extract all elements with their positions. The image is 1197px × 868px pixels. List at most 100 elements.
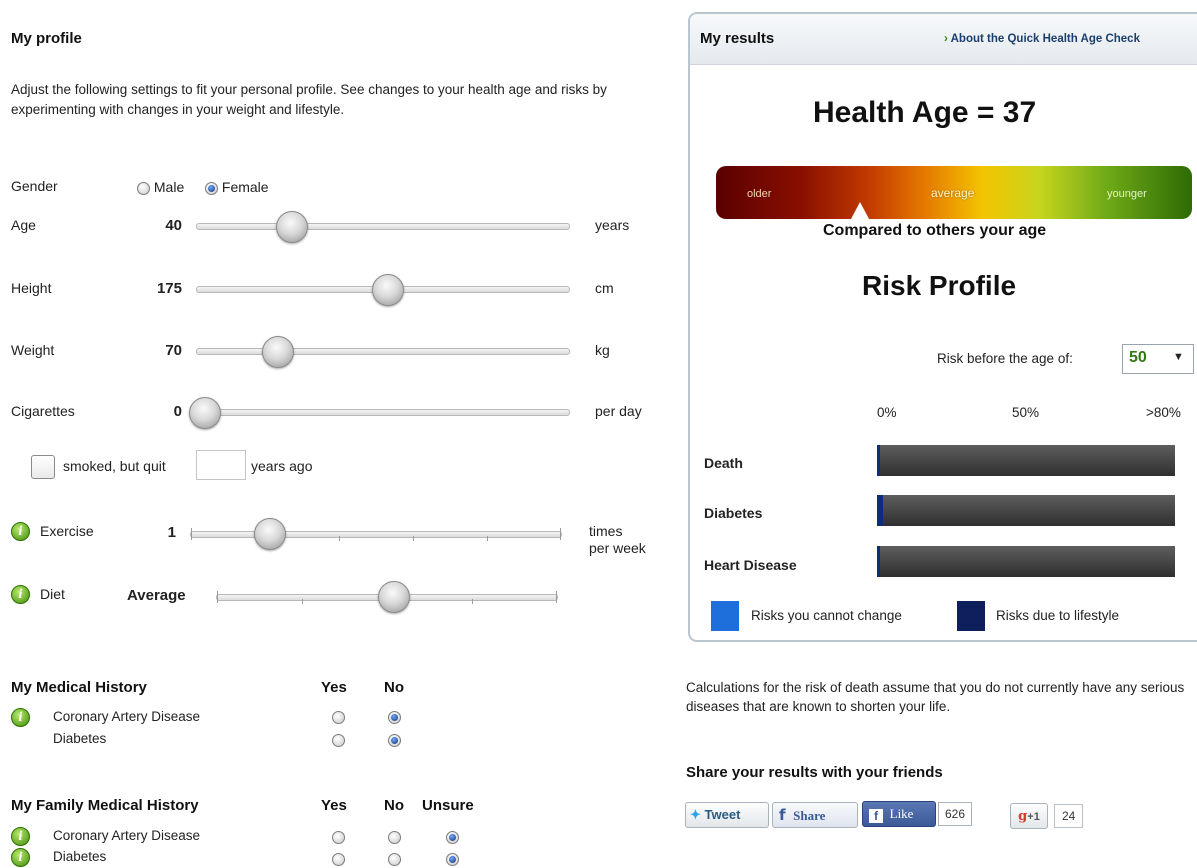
family-history-col-yes: Yes bbox=[321, 797, 347, 814]
weight-value: 70 bbox=[165, 342, 182, 359]
height-value: 175 bbox=[156, 280, 182, 297]
axis-tick-label: >80% bbox=[1146, 405, 1181, 420]
exercise-info-icon[interactable]: i bbox=[11, 522, 30, 541]
risk-age-value: 50 bbox=[1129, 349, 1147, 366]
age-unit: years bbox=[595, 217, 630, 233]
gender-male-radio[interactable] bbox=[137, 181, 150, 195]
cigarettes-slider-track[interactable] bbox=[196, 409, 570, 416]
exercise-slider-ticks bbox=[191, 528, 561, 540]
gplus-icon: g bbox=[1018, 809, 1028, 824]
exercise-unit-line2: per week bbox=[589, 540, 646, 556]
risk-bar-diabetes bbox=[877, 495, 1175, 526]
risk-before-label: Risk before the age of: bbox=[937, 351, 1073, 366]
medical-history-col-no: No bbox=[384, 679, 404, 696]
age-slider-handle[interactable] bbox=[276, 211, 308, 243]
exercise-unit: times per week bbox=[589, 523, 646, 557]
risk-bar-heart-disease bbox=[877, 546, 1175, 577]
risk-bar-death bbox=[877, 445, 1175, 476]
height-unit: cm bbox=[595, 280, 614, 296]
risk-note: Calculations for the risk of death assum… bbox=[686, 680, 1185, 714]
age-slider-track[interactable] bbox=[196, 223, 570, 230]
height-slider-handle[interactable] bbox=[372, 274, 404, 306]
axis-tick-label: 50% bbox=[1012, 405, 1040, 420]
about-link-label: About the Quick Health Age Check bbox=[950, 33, 1140, 45]
cigarettes-label: Cigarettes bbox=[11, 403, 75, 419]
risk-label-death: Death bbox=[704, 455, 743, 471]
gender-female-radio[interactable] bbox=[205, 181, 218, 195]
diet-label: Diet bbox=[40, 586, 65, 602]
legend-lifestyle: Risks due to lifestyle bbox=[996, 608, 1120, 623]
profile-intro: Adjust the following settings to fit you… bbox=[11, 82, 607, 117]
weight-slider-handle[interactable] bbox=[262, 336, 294, 368]
legend-swatch-lifestyle bbox=[957, 601, 985, 631]
about-link[interactable]: › About the Quick Health Age Check bbox=[944, 33, 1140, 45]
profile-title: My profile bbox=[11, 30, 82, 47]
gender-label: Gender bbox=[11, 178, 58, 194]
quit-years-input[interactable] bbox=[196, 450, 246, 480]
tweet-label: Tweet bbox=[704, 807, 741, 822]
family-cad-unsure-radio[interactable] bbox=[446, 831, 459, 844]
family-diabetes-info-icon[interactable]: i bbox=[11, 848, 30, 867]
medical-history-col-yes: Yes bbox=[321, 679, 347, 696]
risk-label-heart-disease: Heart Disease bbox=[704, 557, 797, 573]
medical-cad-info-icon[interactable]: i bbox=[11, 708, 30, 727]
risk-bar-heart-disease-fill bbox=[877, 546, 880, 577]
risk-profile-heading: Risk Profile bbox=[862, 270, 1017, 301]
diet-value: Average bbox=[127, 587, 186, 604]
medical-cad-yes-radio[interactable] bbox=[332, 711, 345, 724]
family-diabetes-no-radio[interactable] bbox=[388, 853, 401, 866]
weight-unit: kg bbox=[595, 342, 610, 358]
chevron-down-icon: ▼ bbox=[1173, 351, 1184, 363]
exercise-unit-line1: times bbox=[589, 523, 623, 539]
like-label: Like bbox=[889, 806, 914, 821]
exercise-slider-handle[interactable] bbox=[254, 518, 286, 550]
like-count: 626 bbox=[938, 802, 973, 826]
medical-history-row-label: Diabetes bbox=[53, 731, 107, 746]
gplus-count: 24 bbox=[1054, 804, 1084, 828]
family-history-col-unsure: Unsure bbox=[422, 797, 474, 814]
chevron-right-icon: › bbox=[944, 33, 948, 45]
quit-label: smoked, but quit bbox=[63, 458, 166, 474]
gender-male-label: Male bbox=[153, 179, 185, 195]
weight-label: Weight bbox=[11, 342, 55, 358]
family-history-row-label: Coronary Artery Disease bbox=[53, 828, 201, 843]
health-age-heading: Health Age = 37 bbox=[813, 96, 1037, 129]
family-diabetes-unsure-radio[interactable] bbox=[446, 853, 459, 866]
tweet-button[interactable]: ✦ Tweet bbox=[685, 802, 769, 828]
diet-slider-handle[interactable] bbox=[378, 581, 410, 613]
exercise-value: 1 bbox=[167, 524, 176, 541]
axis-tick-label: 0% bbox=[877, 405, 897, 420]
family-cad-yes-radio[interactable] bbox=[332, 831, 345, 844]
like-button[interactable]: f Like bbox=[862, 801, 936, 827]
share-button[interactable]: f Share bbox=[772, 802, 858, 828]
diet-info-icon[interactable]: i bbox=[11, 585, 30, 604]
legend-cannot-change: Risks you cannot change bbox=[751, 608, 902, 623]
medical-history-title: My Medical History bbox=[11, 679, 147, 696]
medical-diabetes-no-radio[interactable] bbox=[388, 734, 401, 747]
gplus-label: +1 bbox=[1027, 811, 1040, 823]
share-title: Share your results with your friends bbox=[686, 764, 943, 781]
risk-label-diabetes: Diabetes bbox=[704, 505, 763, 521]
legend-swatch-cannot-change bbox=[711, 601, 739, 631]
family-cad-info-icon[interactable]: i bbox=[11, 827, 30, 846]
cigarettes-value: 0 bbox=[173, 403, 182, 420]
risk-bar-death-fill bbox=[877, 445, 880, 476]
cigarettes-slider-handle[interactable] bbox=[189, 397, 221, 429]
risk-age-select[interactable]: 50 ▼ bbox=[1122, 344, 1194, 374]
family-cad-no-radio[interactable] bbox=[388, 831, 401, 844]
medical-cad-no-radio[interactable] bbox=[388, 711, 401, 724]
health-age-pointer bbox=[851, 202, 869, 219]
family-diabetes-yes-radio[interactable] bbox=[332, 853, 345, 866]
exercise-label: Exercise bbox=[40, 523, 94, 539]
medical-history-row-label: Coronary Artery Disease bbox=[53, 709, 201, 724]
exercise-slider-track[interactable] bbox=[190, 528, 562, 541]
scale-younger: younger bbox=[1107, 188, 1147, 200]
medical-diabetes-yes-radio[interactable] bbox=[332, 734, 345, 747]
google-plus-one-button[interactable]: g+1 bbox=[1010, 803, 1048, 829]
gender-male-option[interactable]: Male bbox=[137, 179, 184, 195]
scale-older: older bbox=[747, 188, 772, 200]
quit-checkbox[interactable] bbox=[31, 455, 55, 479]
facebook-icon: f bbox=[869, 809, 883, 823]
weight-slider-track[interactable] bbox=[196, 348, 570, 355]
gender-female-option[interactable]: Female bbox=[205, 179, 269, 195]
